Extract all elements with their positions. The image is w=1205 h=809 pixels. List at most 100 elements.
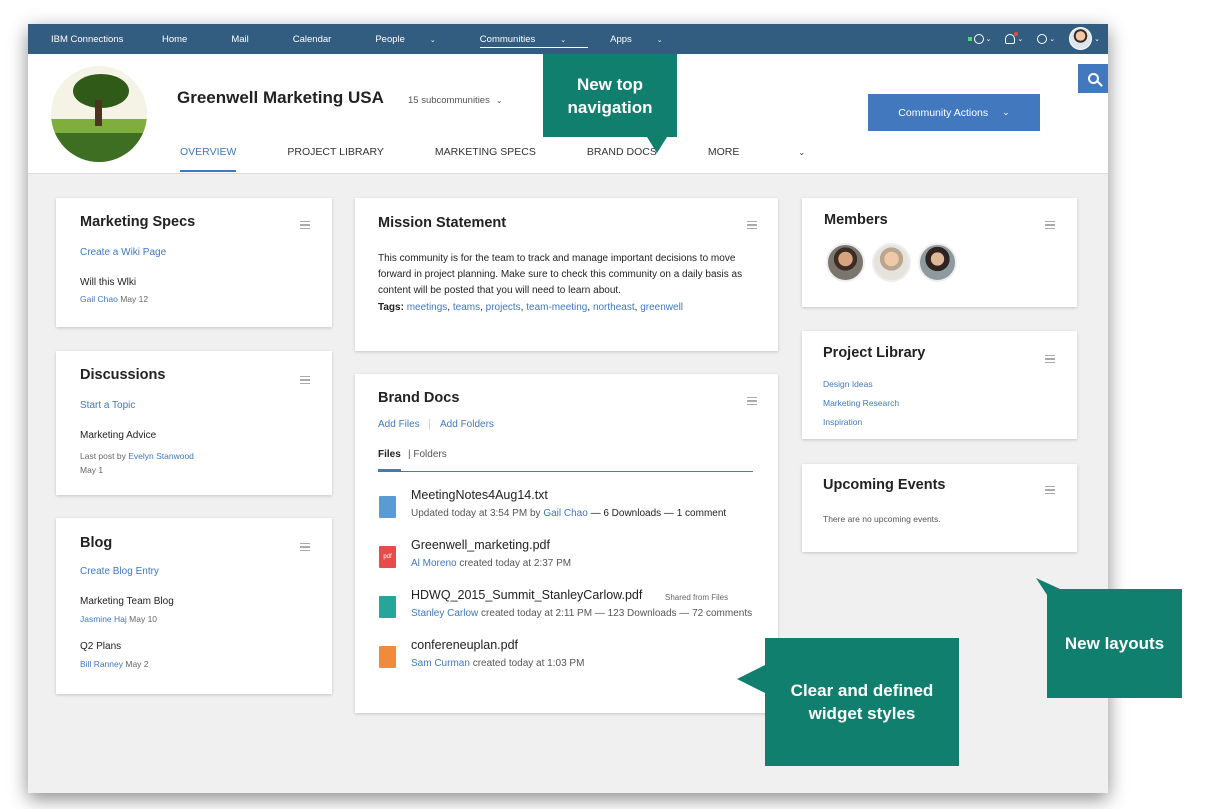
help-button[interactable]: ⌄ [1037,33,1055,44]
file-meta: Sam Curman created today at 1:03 PM [411,658,585,669]
create-blog-entry-link[interactable]: Create Blog Entry [80,566,159,577]
chevron-down-icon: ⌄ [560,37,567,44]
community-tabs: OVERVIEW PROJECT LIBRARY MARKETING SPECS… [180,146,907,172]
chevron-down-icon: ⌄ [656,37,663,44]
tag-link[interactable]: teams [453,302,480,313]
chevron-down-icon: ⌄ [798,148,806,157]
tab-divider [378,471,753,472]
tag-link[interactable]: meetings [407,302,448,313]
tab-project-library[interactable]: PROJECT LIBRARY [287,146,383,172]
tab-files[interactable]: Files [378,449,401,471]
project-library-widget: Project Library Design Ideas Marketing R… [802,331,1077,439]
callout-new-top-navigation: New top navigation [543,54,677,137]
subcommunities-dropdown[interactable]: 15 subcommunities ⌄ [408,95,503,106]
doc-icon [379,496,396,518]
tab-more[interactable]: MORE ⌄ [708,146,856,172]
online-status-icon [967,36,972,41]
tab-overview[interactable]: OVERVIEW [180,146,237,172]
topic-date: May 1 [80,465,104,475]
file-name[interactable]: HDWQ_2015_Summit_StanleyCarlow.pdf [411,588,642,602]
member-avatar[interactable] [872,243,911,282]
widget-menu-icon[interactable] [747,397,757,405]
widget-title: Marketing Specs [80,214,196,230]
wiki-entry-title[interactable]: Will this Wlki [80,277,136,288]
members-widget: Members [802,198,1077,307]
library-item[interactable]: Inspiration [823,417,862,427]
tab-folders[interactable]: | Folders [408,449,447,460]
community-title: Greenwell Marketing USA [177,88,384,107]
nav-mail[interactable]: Mail [231,34,270,48]
widget-title: Discussions [80,367,166,383]
community-actions-button[interactable]: Community Actions ⌄ [868,94,1040,131]
callout-new-layouts: New layouts [1047,589,1182,698]
bell-icon [1005,31,1019,44]
marketing-specs-widget: Marketing Specs Create a Wiki Page Will … [56,198,332,327]
tag-link[interactable]: greenwell [640,302,683,313]
file-meta: Al Moreno created today at 2:37 PM [411,558,572,569]
search-icon [1087,73,1099,84]
start-topic-link[interactable]: Start a Topic [80,400,135,411]
blog-widget: Blog Create Blog Entry Marketing Team Bl… [56,518,332,694]
widget-menu-icon[interactable] [300,221,310,229]
chevron-down-icon: ⌄ [1002,107,1010,117]
mission-statement-widget: Mission Statement This community is for … [355,198,778,351]
mission-text: content will be posted that you will nee… [378,285,621,296]
topic-title[interactable]: Marketing Advice [80,430,156,441]
widget-menu-icon[interactable] [1045,355,1055,363]
presentation-icon [379,646,396,668]
tag-list: Tags: meetings, teams, projects, team-me… [378,302,684,313]
add-folders-link[interactable]: Add Folders [440,419,494,430]
member-avatar[interactable] [918,243,957,282]
chat-icon [973,33,984,44]
chat-status-button[interactable]: ⌄ [967,33,991,44]
widget-menu-icon[interactable] [300,543,310,551]
notifications-button[interactable]: ⌄ [1005,31,1023,44]
tag-link[interactable]: northeast [593,302,635,313]
top-tools: ⌄ ⌄ ⌄ ⌄ [954,27,1100,50]
chevron-down-icon: ⌄ [495,96,503,105]
add-files-link[interactable]: Add Files [378,419,420,430]
widget-title: Brand Docs [378,390,460,406]
create-wiki-page-link[interactable]: Create a Wiki Page [80,247,166,258]
nav-calendar[interactable]: Calendar [293,34,354,48]
top-navigation-bar: IBM Connections Home Mail Calendar Peopl… [28,24,1108,54]
events-empty-text: There are no upcoming events. [823,514,941,524]
chevron-down-icon: ⌄ [429,37,436,44]
search-button[interactable] [1078,64,1108,93]
user-menu[interactable]: ⌄ [1069,27,1100,50]
widget-menu-icon[interactable] [747,221,757,229]
user-avatar [1069,27,1093,50]
widget-menu-icon[interactable] [1045,221,1055,229]
mission-text: forward in project planning. Make sure t… [378,269,743,280]
upcoming-events-widget: Upcoming Events There are no upcoming ev… [802,464,1077,552]
widget-title: Members [824,212,888,228]
top-nav: Home Mail Calendar People ⌄ Communities ⌄ … [162,34,707,48]
widget-title: Upcoming Events [823,477,946,493]
help-icon [1037,33,1048,44]
spreadsheet-icon [379,596,396,618]
tag-link[interactable]: projects [486,302,521,313]
callout-widget-styles: Clear and defined widget styles [765,638,959,766]
tag-link[interactable]: team-meeting [526,302,587,313]
nav-communities[interactable]: Communities ⌄ [479,34,589,48]
topic-meta: Last post by Evelyn Stanwood [80,451,194,461]
blog-entry-title[interactable]: Marketing Team Blog [80,596,174,607]
brand-name[interactable]: IBM Connections [51,34,123,45]
library-item[interactable]: Design Ideas [823,379,873,389]
file-name[interactable]: confereneuplan.pdf [411,638,518,652]
file-name[interactable]: Greenwell_marketing.pdf [411,538,550,552]
widget-menu-icon[interactable] [300,376,310,384]
discussions-widget: Discussions Start a Topic Marketing Advi… [56,351,332,495]
widget-title: Project Library [823,345,926,361]
tab-marketing-specs[interactable]: MARKETING SPECS [435,146,536,172]
library-item[interactable]: Marketing Research [823,398,899,408]
mission-text: This community is for the team to track … [378,253,736,264]
file-name[interactable]: MeetingNotes4Aug14.txt [411,488,548,502]
nav-apps[interactable]: Apps ⌄ [610,34,685,48]
nav-home[interactable]: Home [162,34,209,48]
widget-menu-icon[interactable] [1045,486,1055,494]
nav-people[interactable]: People ⌄ [375,34,457,48]
blog-entry-title[interactable]: Q2 Plans [80,641,121,652]
member-avatar[interactable] [826,243,865,282]
shared-label: Shared from Files [665,593,729,602]
